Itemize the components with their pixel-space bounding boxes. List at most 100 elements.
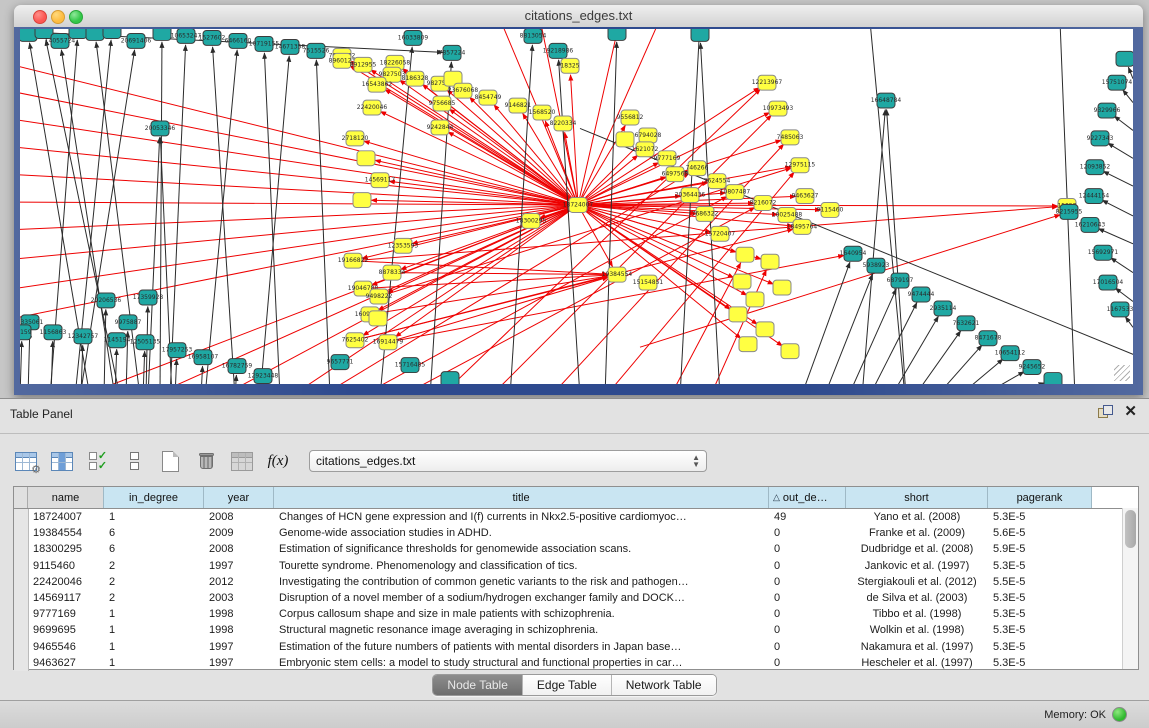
cell-name[interactable]: 18724007 bbox=[28, 511, 104, 523]
network-node[interactable] bbox=[739, 337, 757, 352]
network-node[interactable] bbox=[86, 29, 104, 40]
cell-short[interactable]: Dudbridge et al. (2008) bbox=[846, 543, 988, 555]
cell-year[interactable]: 1997 bbox=[204, 560, 274, 572]
row-height-icon[interactable] bbox=[121, 448, 147, 474]
network-canvas[interactable]: 1405572420691406106532471527602646616010… bbox=[20, 29, 1133, 384]
float-panel-icon[interactable] bbox=[1098, 405, 1112, 418]
table-row[interactable]: 911546021997Tourette syndrome. Phenomeno… bbox=[14, 558, 1138, 574]
cell-name[interactable]: 19384554 bbox=[28, 527, 104, 539]
cell-year[interactable]: 2012 bbox=[204, 576, 274, 588]
network-node[interactable] bbox=[756, 322, 774, 337]
cell-title[interactable]: Structural magnetic resonance image aver… bbox=[274, 624, 769, 636]
column-header-short[interactable]: short bbox=[846, 487, 988, 508]
cell-out-de-[interactable]: 0 bbox=[769, 657, 846, 669]
network-node[interactable] bbox=[20, 29, 37, 41]
column-header-name[interactable]: name bbox=[28, 487, 104, 508]
cell-year[interactable]: 2008 bbox=[204, 511, 274, 523]
cell-pagerank[interactable]: 5.3E-5 bbox=[988, 641, 1092, 653]
cell-out-de-[interactable]: 49 bbox=[769, 511, 846, 523]
cell-short[interactable]: Yano et al. (2008) bbox=[846, 511, 988, 523]
cell-short[interactable]: Jankovic et al. (1997) bbox=[846, 560, 988, 572]
cell-title[interactable]: Estimation of significance thresholds fo… bbox=[274, 543, 769, 555]
vertical-scrollbar[interactable] bbox=[1122, 508, 1138, 669]
cell-title[interactable]: Disruption of a novel member of a sodium… bbox=[274, 592, 769, 604]
table-row[interactable]: 977716911998Corpus callosum shape and si… bbox=[14, 606, 1138, 622]
cell-title[interactable]: Tourette syndrome. Phenomenology and cla… bbox=[274, 560, 769, 572]
cell-in-degree[interactable]: 2 bbox=[104, 592, 204, 604]
network-node[interactable] bbox=[729, 307, 747, 322]
column-header-year[interactable]: year bbox=[204, 487, 274, 508]
cell-short[interactable]: de Silva et al. (2003) bbox=[846, 592, 988, 604]
cell-name[interactable]: 18300295 bbox=[28, 543, 104, 555]
network-node[interactable] bbox=[746, 292, 764, 307]
network-node[interactable] bbox=[616, 132, 634, 147]
cell-in-degree[interactable]: 1 bbox=[104, 511, 204, 523]
canvas-resize-grip-icon[interactable] bbox=[1114, 365, 1130, 381]
network-node[interactable] bbox=[441, 372, 459, 384]
cell-pagerank[interactable]: 5.3E-5 bbox=[988, 608, 1092, 620]
close-panel-icon[interactable]: ✕ bbox=[1124, 405, 1137, 418]
cell-year[interactable]: 1997 bbox=[204, 641, 274, 653]
cell-out-de-[interactable]: 0 bbox=[769, 527, 846, 539]
network-node[interactable] bbox=[1044, 373, 1062, 384]
cell-out-de-[interactable]: 0 bbox=[769, 624, 846, 636]
network-node[interactable] bbox=[733, 274, 751, 289]
scrollbar-thumb[interactable] bbox=[1125, 510, 1136, 548]
network-node[interactable] bbox=[608, 29, 626, 40]
cell-short[interactable]: Tibbo et al. (1998) bbox=[846, 608, 988, 620]
cell-title[interactable]: Corpus callosum shape and size in male p… bbox=[274, 608, 769, 620]
cell-out-de-[interactable]: 0 bbox=[769, 560, 846, 572]
cell-in-degree[interactable]: 1 bbox=[104, 641, 204, 653]
cell-out-de-[interactable]: 0 bbox=[769, 592, 846, 604]
cell-in-degree[interactable]: 1 bbox=[104, 608, 204, 620]
window-titlebar[interactable]: citations_edges.txt bbox=[14, 5, 1143, 28]
cell-year[interactable]: 1998 bbox=[204, 624, 274, 636]
select-rows-icon[interactable]: ✓ ✓ bbox=[85, 448, 111, 474]
cell-name[interactable]: 9463627 bbox=[28, 657, 104, 669]
cell-in-degree[interactable]: 1 bbox=[104, 657, 204, 669]
network-node[interactable] bbox=[357, 151, 375, 166]
table-row[interactable]: 1456911722003Disruption of a novel membe… bbox=[14, 590, 1138, 606]
cell-pagerank[interactable]: 5.3E-5 bbox=[988, 592, 1092, 604]
cell-name[interactable]: 9777169 bbox=[28, 608, 104, 620]
show-columns-icon[interactable] bbox=[49, 448, 75, 474]
cell-pagerank[interactable]: 5.3E-5 bbox=[988, 511, 1092, 523]
tab-edge-table[interactable]: Edge Table bbox=[523, 675, 612, 695]
new-column-icon[interactable] bbox=[157, 448, 183, 474]
cell-title[interactable]: Investigating the contribution of common… bbox=[274, 576, 769, 588]
network-node[interactable] bbox=[103, 29, 121, 38]
cell-pagerank[interactable]: 5.9E-5 bbox=[988, 543, 1092, 555]
column-header-title[interactable]: title bbox=[274, 487, 769, 508]
cell-in-degree[interactable]: 1 bbox=[104, 624, 204, 636]
cell-year[interactable]: 2008 bbox=[204, 543, 274, 555]
cell-short[interactable]: Nakamura et al. (1997) bbox=[846, 641, 988, 653]
cell-short[interactable]: Franke et al. (2009) bbox=[846, 527, 988, 539]
cell-out-de-[interactable]: 0 bbox=[769, 543, 846, 555]
table-selector-dropdown[interactable]: citations_edges.txt ▲▼ bbox=[309, 450, 707, 472]
column-header-out-de-[interactable]: △out_de… bbox=[769, 487, 846, 508]
cell-out-de-[interactable]: 0 bbox=[769, 576, 846, 588]
cell-name[interactable]: 22420046 bbox=[28, 576, 104, 588]
cell-name[interactable]: 9699695 bbox=[28, 624, 104, 636]
memory-status-icon[interactable] bbox=[1112, 707, 1127, 722]
table-settings-icon[interactable]: ⚙ bbox=[13, 448, 39, 474]
cell-out-de-[interactable]: 0 bbox=[769, 641, 846, 653]
network-node[interactable] bbox=[691, 29, 709, 41]
cell-pagerank[interactable]: 5.6E-5 bbox=[988, 527, 1092, 539]
cell-name[interactable]: 9115460 bbox=[28, 560, 104, 572]
cell-in-degree[interactable]: 2 bbox=[104, 576, 204, 588]
network-node[interactable] bbox=[761, 254, 779, 269]
table-row[interactable]: 1872400712008Changes of HCN gene express… bbox=[14, 509, 1138, 525]
cell-pagerank[interactable]: 5.3E-5 bbox=[988, 560, 1092, 572]
table-row[interactable]: 1830029562008Estimation of significance … bbox=[14, 541, 1138, 557]
delete-icon[interactable] bbox=[193, 448, 219, 474]
cell-short[interactable]: Stergiakouli et al. (2012) bbox=[846, 576, 988, 588]
network-node[interactable] bbox=[773, 280, 791, 295]
table-row[interactable]: 1938455462009Genome-wide association stu… bbox=[14, 525, 1138, 541]
cell-in-degree[interactable]: 6 bbox=[104, 527, 204, 539]
network-node[interactable] bbox=[1116, 51, 1133, 66]
cell-year[interactable]: 2003 bbox=[204, 592, 274, 604]
cell-name[interactable]: 9465546 bbox=[28, 641, 104, 653]
cell-title[interactable]: Genome-wide association studies in ADHD. bbox=[274, 527, 769, 539]
table-row[interactable]: 946362711997Embryonic stem cells: a mode… bbox=[14, 655, 1138, 671]
